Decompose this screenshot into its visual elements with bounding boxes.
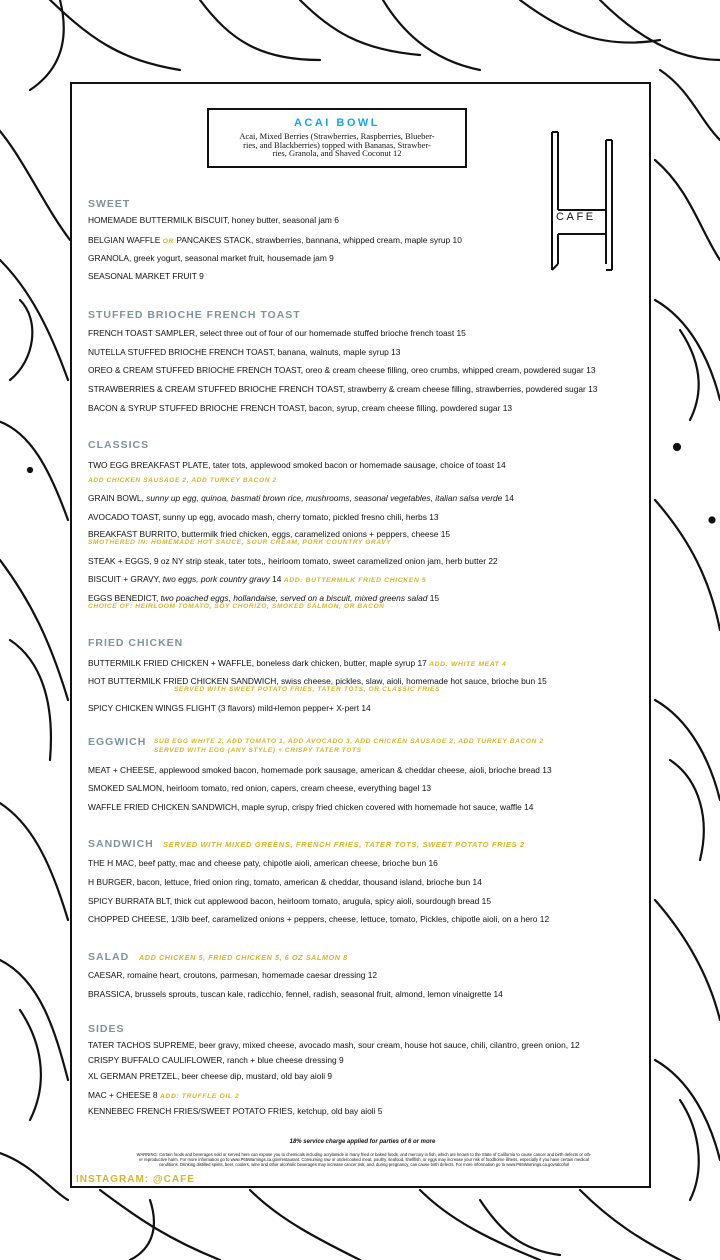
menu-item: BELGIAN WAFFLE OR PANCAKES STACK, strawb… bbox=[88, 235, 462, 245]
section-heading-eggwich: EGGWICH bbox=[88, 736, 147, 748]
acai-bowl-title: ACAI BOWL bbox=[293, 117, 381, 129]
or-label: OR bbox=[162, 238, 175, 245]
menu-item: GRANOLA, greek yogurt, seasonal market f… bbox=[88, 253, 334, 263]
add-on-note: ADD: WHITE MEAT 4 bbox=[429, 661, 507, 668]
menu-item: XL GERMAN PRETZEL, beer cheese dip, must… bbox=[88, 1071, 333, 1081]
menu-item: CRISPY BUFFALO CAULIFLOWER, ranch + blue… bbox=[88, 1055, 344, 1065]
service-charge-note: 18% service charge applied for parties o… bbox=[289, 1139, 436, 1145]
add-on-note: SERVED WITH EGG (ANY STYLE) + CRISPY TAT… bbox=[154, 747, 362, 754]
menu-item: GRAIN BOWL, sunny up egg, quinoa, basmat… bbox=[88, 493, 514, 503]
menu-item: STRAWBERRIES & CREAM STUFFED BRIOCHE FRE… bbox=[88, 384, 598, 394]
menu-item: BUTTERMILK FRIED CHICKEN + WAFFLE, bonel… bbox=[88, 658, 507, 668]
menu-item: CAESAR, romaine heart, croutons, parmesa… bbox=[88, 970, 378, 980]
add-on-note: SERVED WITH MIXED GREENS, FRENCH FRIES, … bbox=[163, 840, 525, 849]
menu-item: CHOPPED CHEESE, 1/3lb beef, caramelized … bbox=[88, 914, 550, 924]
acai-bowl-box: ACAI BOWL Acai, Mixed Berries (Strawberr… bbox=[207, 108, 467, 168]
add-on-note: CHOICE OF: HEIRLOOM TOMATO, SOY CHORIZO,… bbox=[88, 603, 385, 610]
add-on-note: ADD CHICKEN 5, FRIED CHICKEN 5, 6 OZ SAL… bbox=[139, 953, 348, 962]
menu-item: SPICY BURRATA BLT, thick cut applewood b… bbox=[88, 896, 491, 906]
menu-item: BRASSICA, brussels sprouts, tuscan kale,… bbox=[88, 989, 503, 999]
prop65-warning: WARNING: Certain foods and beverages sol… bbox=[136, 1152, 592, 1167]
menu-item: SMOKED SALMON, heirloom tomato, red onio… bbox=[88, 783, 432, 793]
add-on-note: SMOTHERED IN: HOMEMADE HOT SAUCE, SOUR C… bbox=[88, 539, 392, 546]
menu-item: MEAT + CHEESE, applewood smoked bacon, h… bbox=[88, 765, 552, 775]
menu-item: FRENCH TOAST SAMPLER, select three out o… bbox=[88, 328, 466, 338]
menu-item: TWO EGG BREAKFAST PLATE, tater tots, app… bbox=[88, 460, 506, 470]
add-on-note: SUB EGG WHITE 2, ADD TOMATO 1, ADD AVOCA… bbox=[154, 738, 544, 745]
menu-item: BREAKFAST BURRITO, buttermilk fried chic… bbox=[88, 529, 451, 539]
menu-item: TATER TACHOS SUPREME, beer gravy, mixed … bbox=[88, 1040, 580, 1050]
menu-item: HOT BUTTERMILK FRIED CHICKEN SANDWICH, s… bbox=[88, 676, 547, 686]
menu-item: KENNEBEC FRENCH FRIES/SWEET POTATO FRIES… bbox=[88, 1106, 383, 1116]
section-heading-sweet: SWEET bbox=[88, 198, 131, 210]
add-on-note: SERVED WITH SWEET POTATO FRIES, TATER TO… bbox=[174, 686, 441, 693]
menu-item: EGGS BENEDICT, two poached eggs, holland… bbox=[88, 593, 440, 603]
acai-bowl-description: Acai, Mixed Berries (Strawberries, Raspb… bbox=[239, 131, 435, 158]
menu-item: MAC + CHEESE 8 ADD: TRUFFLE OIL 2 bbox=[88, 1090, 240, 1100]
menu-item: H BURGER, bacon, lettuce, fried onion ri… bbox=[88, 877, 482, 887]
menu-card: ACAI BOWL Acai, Mixed Berries (Strawberr… bbox=[70, 82, 651, 1188]
h-cafe-logo bbox=[551, 131, 613, 271]
instagram-handle: INSTAGRAM: @CAFE bbox=[76, 1174, 195, 1185]
menu-item: BACON & SYRUP STUFFED BRIOCHE FRENCH TOA… bbox=[88, 403, 513, 413]
section-heading-fried-chicken: FRIED CHICKEN bbox=[88, 637, 184, 649]
menu-item: HOMEMADE BUTTERMILK BISCUIT, honey butte… bbox=[88, 215, 339, 225]
section-heading-sandwich: SANDWICH bbox=[88, 838, 154, 850]
menu-item: WAFFLE FRIED CHICKEN SANDWICH, maple syr… bbox=[88, 802, 534, 812]
add-on-note: ADD: TRUFFLE OIL 2 bbox=[159, 1093, 240, 1100]
add-on-note: ADD: BUTTERMILK FRIED CHICKEN 5 bbox=[283, 577, 427, 584]
section-heading-french-toast: STUFFED BRIOCHE FRENCH TOAST bbox=[88, 309, 301, 321]
menu-item: SEASONAL MARKET FRUIT 9 bbox=[88, 271, 204, 281]
section-heading-salad: SALAD bbox=[88, 951, 130, 963]
logo-cafe-text: CAFE bbox=[556, 211, 596, 223]
section-heading-classics: CLASSICS bbox=[88, 439, 150, 451]
menu-item: STEAK + EGGS, 9 oz NY strip steak, tater… bbox=[88, 556, 498, 566]
menu-item: NUTELLA STUFFED BRIOCHE FRENCH TOAST, ba… bbox=[88, 347, 401, 357]
add-on-note: ADD CHICKEN SAUSAGE 2, ADD TURKEY BACON … bbox=[88, 477, 277, 484]
menu-item: AVOCADO TOAST, sunny up egg, avocado mas… bbox=[88, 512, 439, 522]
section-heading-sides: SIDES bbox=[88, 1023, 125, 1035]
menu-item: SPICY CHICKEN WINGS FLIGHT (3 flavors) m… bbox=[88, 703, 371, 713]
menu-item: BISCUIT + GRAVY, two eggs, pork country … bbox=[88, 574, 427, 584]
menu-item: THE H MAC, beef patty, mac and cheese pa… bbox=[88, 858, 438, 868]
menu-item: OREO & CREAM STUFFED BRIOCHE FRENCH TOAS… bbox=[88, 365, 596, 375]
